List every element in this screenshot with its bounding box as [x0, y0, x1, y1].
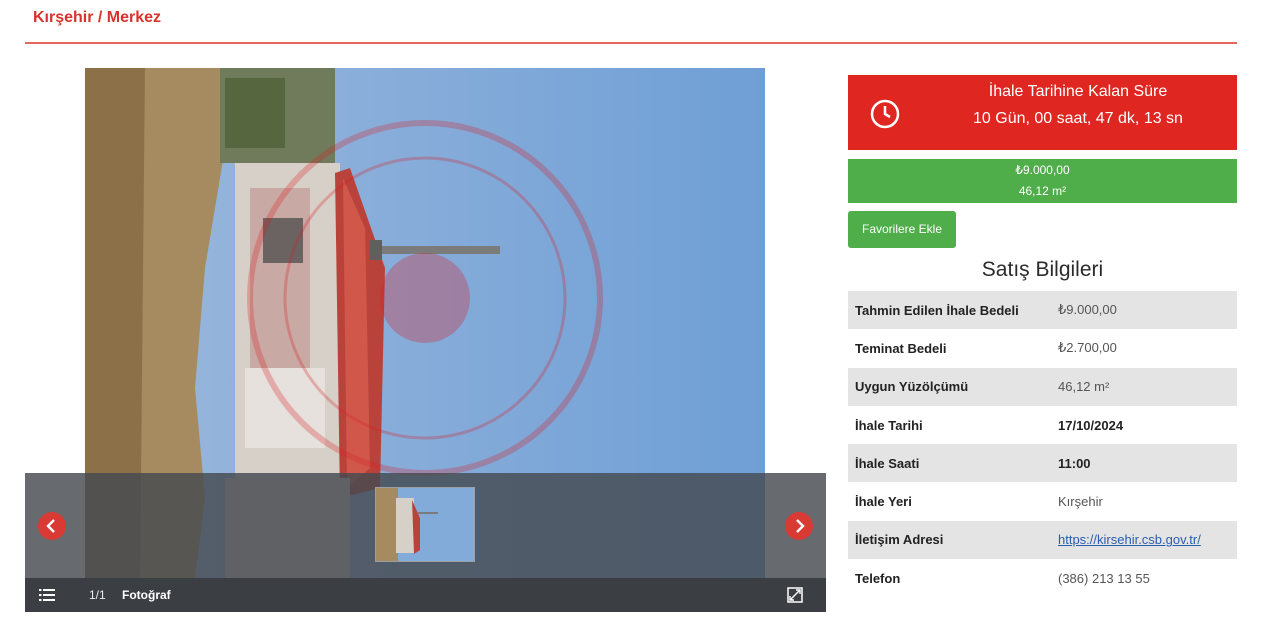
thumbnail-illustration — [376, 488, 474, 561]
row-label: İletişim Adresi — [855, 532, 944, 548]
photo-gallery: 1/1 Fotoğraf — [25, 68, 826, 612]
thumbnail-1[interactable] — [375, 487, 475, 562]
row-label: İhale Yeri — [855, 494, 912, 510]
row-label: Telefon — [855, 570, 901, 586]
add-to-favorites-button[interactable]: Favorilere Ekle — [848, 211, 956, 248]
countdown-label: İhale Tarihine Kalan Süre — [988, 83, 1168, 100]
table-row: Tahmin Edilen İhale Bedeli ₺9.000,00 — [848, 291, 1237, 330]
table-row: İletişim Adresi https://kirsehir.csb.gov… — [848, 520, 1237, 560]
contact-link[interactable]: https://kirsehir.csb.gov.tr/ — [1058, 532, 1201, 547]
table-row: Uygun Yüzölçümü 46,12 m² — [848, 367, 1237, 406]
thumbnail-strip — [25, 473, 826, 578]
page-header: Kırşehir / Merkez — [25, 0, 1237, 44]
photo-counter: 1/1 — [89, 588, 106, 602]
row-label: Teminat Bedeli — [855, 340, 947, 356]
auction-countdown: İhale Tarihine Kalan Süre 10 Gün, 00 saa… — [848, 75, 1237, 150]
next-photo-button[interactable] — [785, 512, 813, 540]
gallery-toolbar: 1/1 Fotoğraf — [25, 578, 826, 612]
table-row: Teminat Bedeli ₺2.700,00 — [848, 329, 1237, 368]
row-label: Tahmin Edilen İhale Bedeli — [855, 302, 1019, 318]
row-value: 11:00 — [1058, 455, 1091, 471]
price-summary: ₺9.000,00 46,12 m² — [848, 159, 1237, 203]
chevron-right-icon — [796, 519, 805, 533]
chevron-left-icon — [46, 519, 55, 533]
list-icon[interactable] — [39, 588, 55, 602]
table-row: Telefon (386) 213 13 55 — [848, 559, 1237, 598]
summary-area: 46,12 m² — [1018, 184, 1067, 198]
table-row: İhale Tarihi 17/10/2024 — [848, 405, 1237, 445]
prev-photo-button[interactable] — [38, 512, 66, 540]
row-label: Uygun Yüzölçümü — [855, 379, 969, 395]
sale-info-table: Tahmin Edilen İhale Bedeli ₺9.000,00 Tem… — [848, 291, 1237, 598]
row-value: 17/10/2024 — [1058, 417, 1124, 433]
section-title: Satış Bilgileri — [981, 258, 1104, 281]
breadcrumb[interactable]: Kırşehir / Merkez — [33, 9, 161, 27]
row-value: ₺2.700,00 — [1058, 340, 1117, 356]
photo-label: Fotoğraf — [122, 588, 171, 602]
fullscreen-icon[interactable] — [787, 587, 803, 603]
row-value: https://kirsehir.csb.gov.tr/ — [1052, 521, 1237, 559]
row-label: İhale Tarihi — [855, 417, 923, 433]
countdown-value: 10 Gün, 00 saat, 47 dk, 13 sn — [973, 110, 1183, 127]
row-value: Kırşehir — [1058, 494, 1103, 510]
row-value: (386) 213 13 55 — [1058, 570, 1150, 586]
table-row: İhale Saati 11:00 — [848, 444, 1237, 483]
row-value: ₺9.000,00 — [1058, 302, 1117, 318]
table-row: İhale Yeri Kırşehir — [848, 482, 1237, 521]
row-value: 46,12 m² — [1058, 379, 1110, 395]
row-label: İhale Saati — [855, 455, 920, 471]
summary-price: ₺9.000,00 — [1015, 163, 1070, 177]
clock-icon — [870, 99, 900, 129]
